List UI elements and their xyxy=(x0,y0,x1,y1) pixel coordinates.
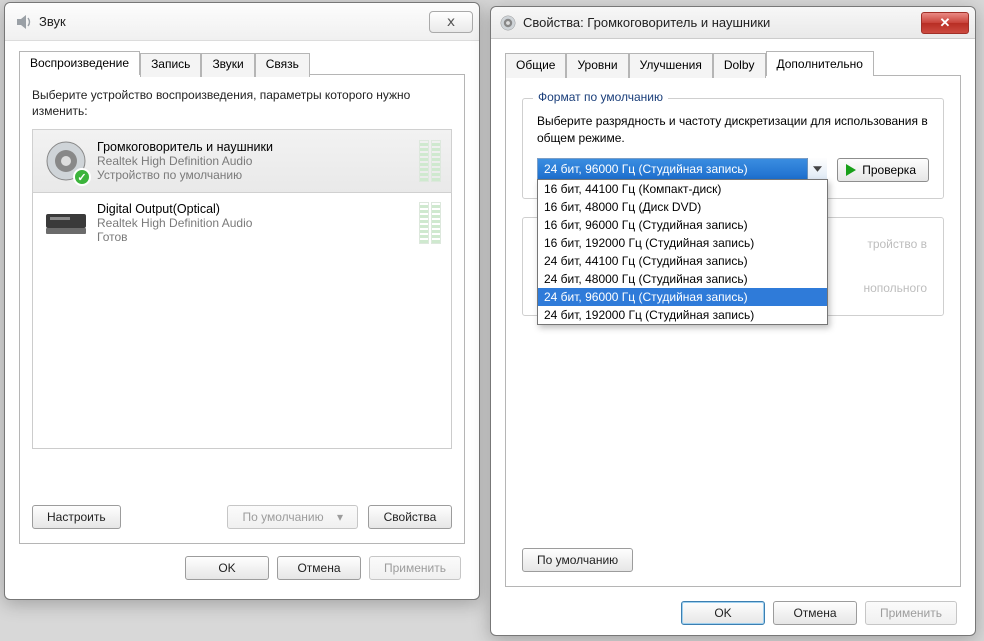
tab-sounds[interactable]: Звуки xyxy=(201,53,254,77)
speaker-icon: ✓ xyxy=(43,138,89,184)
close-button[interactable]: ✕ xyxy=(921,12,969,34)
restore-defaults-button[interactable]: По умолчанию xyxy=(522,548,633,572)
level-meter xyxy=(419,140,441,182)
optical-device-icon xyxy=(43,200,89,246)
configure-button[interactable]: Настроить xyxy=(32,505,121,529)
default-format-group: Формат по умолчанию Выберите разрядность… xyxy=(522,98,944,199)
set-default-button[interactable]: По умолчанию ▾ xyxy=(227,505,358,529)
tab-general[interactable]: Общие xyxy=(505,53,566,78)
device-driver: Realtek High Definition Audio xyxy=(97,216,411,230)
device-item[interactable]: Digital Output(Optical) Realtek High Def… xyxy=(33,192,451,254)
apply-button[interactable]: Применить xyxy=(865,601,957,625)
titlebar[interactable]: Звук ⅹ xyxy=(5,3,479,41)
device-name: Digital Output(Optical) xyxy=(97,202,411,216)
titlebar[interactable]: Свойства: Громкоговоритель и наушники ✕ xyxy=(491,7,975,39)
apply-button[interactable]: Применить xyxy=(369,556,461,580)
format-option[interactable]: 24 бит, 192000 Гц (Студийная запись) xyxy=(538,306,827,324)
device-name: Громкоговоритель и наушники xyxy=(97,140,411,154)
advanced-panel: Формат по умолчанию Выберите разрядность… xyxy=(505,75,961,587)
format-option[interactable]: 16 бит, 192000 Гц (Студийная запись) xyxy=(538,234,827,252)
format-option[interactable]: 24 бит, 48000 Гц (Студийная запись) xyxy=(538,270,827,288)
tab-enhancements[interactable]: Улучшения xyxy=(629,53,713,78)
sound-icon xyxy=(15,13,33,31)
speaker-icon xyxy=(499,14,517,32)
device-status: Устройство по умолчанию xyxy=(97,168,411,182)
format-option[interactable]: 24 бит, 96000 Гц (Студийная запись) xyxy=(538,288,827,306)
playback-panel: Выберите устройство воспроизведения, пар… xyxy=(19,74,465,544)
device-item[interactable]: ✓ Громкоговоритель и наушники Realtek Hi… xyxy=(32,129,452,193)
properties-window: Свойства: Громкоговоритель и наушники ✕ … xyxy=(490,6,976,636)
play-icon xyxy=(846,164,856,176)
set-default-label: По умолчанию xyxy=(242,510,323,524)
tab-levels[interactable]: Уровни xyxy=(566,53,628,78)
tab-strip: Общие Уровни Улучшения Dolby Дополнитель… xyxy=(505,51,961,76)
cancel-button[interactable]: Отмена xyxy=(773,601,857,625)
device-list[interactable]: ✓ Громкоговоритель и наушники Realtek Hi… xyxy=(32,129,452,449)
device-status: Готов xyxy=(97,230,411,244)
tab-recording[interactable]: Запись xyxy=(140,53,201,77)
obscured-text: тройство в xyxy=(867,237,927,251)
test-label: Проверка xyxy=(862,163,916,177)
test-button[interactable]: Проверка xyxy=(837,158,929,182)
format-selected[interactable]: 24 бит, 96000 Гц (Студийная запись) xyxy=(537,158,827,180)
tab-advanced[interactable]: Дополнительно xyxy=(766,51,874,76)
format-option[interactable]: 24 бит, 44100 Гц (Студийная запись) xyxy=(538,252,827,270)
sound-window: Звук ⅹ Воспроизведение Запись Звуки Связ… xyxy=(4,2,480,600)
cancel-button[interactable]: Отмена xyxy=(277,556,361,580)
group-legend: Формат по умолчанию xyxy=(533,90,668,104)
window-title: Свойства: Громкоговоритель и наушники xyxy=(523,15,921,30)
chevron-down-icon[interactable] xyxy=(807,158,827,180)
format-dropdown-list[interactable]: 16 бит, 44100 Гц (Компакт-диск) 16 бит, … xyxy=(537,179,828,325)
default-check-icon: ✓ xyxy=(73,168,91,186)
window-title: Звук xyxy=(39,14,429,29)
ok-button[interactable]: OK xyxy=(681,601,765,625)
close-button[interactable]: ⅹ xyxy=(429,11,473,33)
obscured-text: нопольного xyxy=(863,281,927,295)
tab-communications[interactable]: Связь xyxy=(255,53,310,77)
device-driver: Realtek High Definition Audio xyxy=(97,154,411,168)
tab-playback[interactable]: Воспроизведение xyxy=(19,51,140,75)
instruction-text: Выберите устройство воспроизведения, пар… xyxy=(32,87,452,119)
tab-dolby[interactable]: Dolby xyxy=(713,53,766,78)
format-option[interactable]: 16 бит, 48000 Гц (Диск DVD) xyxy=(538,198,827,216)
format-option[interactable]: 16 бит, 44100 Гц (Компакт-диск) xyxy=(538,180,827,198)
format-combobox[interactable]: 24 бит, 96000 Гц (Студийная запись) 16 б… xyxy=(537,158,827,180)
format-option[interactable]: 16 бит, 96000 Гц (Студийная запись) xyxy=(538,216,827,234)
ok-button[interactable]: OK xyxy=(185,556,269,580)
properties-button[interactable]: Свойства xyxy=(368,505,452,529)
dropdown-arrow-icon: ▾ xyxy=(337,510,343,524)
format-description: Выберите разрядность и частоту дискретиз… xyxy=(537,113,929,148)
level-meter xyxy=(419,202,441,244)
tab-strip: Воспроизведение Запись Звуки Связь xyxy=(19,51,465,75)
